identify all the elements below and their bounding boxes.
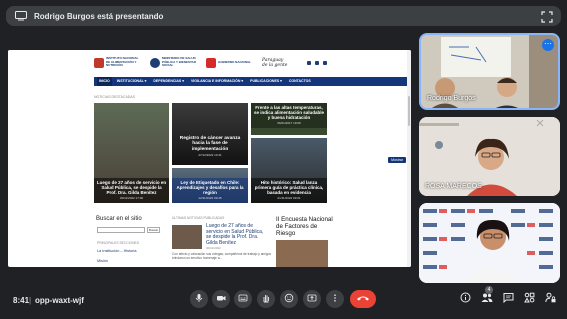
chat-icon [503, 290, 514, 308]
microphone-icon [194, 290, 204, 308]
site-header: INSTITUTO NACIONAL DE ALIMENTACIÓN Y NUT… [8, 50, 411, 75]
activities-button[interactable] [522, 292, 536, 306]
paraguay-logo: Paraguay de la gente [262, 57, 288, 68]
info-icon [460, 290, 471, 308]
present-icon [307, 290, 317, 308]
presenting-banner: Rodrigo Burgos está presentando [6, 6, 561, 26]
news-tile[interactable]: Luego de 27 años de servicio en Salud Pú… [94, 103, 169, 203]
twitter-icon [315, 60, 319, 65]
raise-hand-button[interactable] [257, 290, 275, 308]
participant-tile-active[interactable]: ⋯ Rodrigo Burgos [419, 33, 560, 110]
present-screen-icon [14, 9, 28, 23]
search-icon [323, 60, 327, 65]
leave-call-button[interactable] [350, 290, 376, 308]
nav-dependencias[interactable]: DEPENDENCIAS ▾ [151, 77, 186, 86]
more-vert-icon [330, 290, 340, 308]
captions-icon [238, 290, 248, 308]
site-search-button[interactable]: Buscar [147, 227, 160, 233]
meeting-code: opp-waxt-wjf [35, 296, 84, 305]
site-nav: INICIO INSTITUCIONAL ▾ DEPENDENCIAS ▾ VI… [94, 77, 411, 86]
social-icons[interactable] [307, 60, 327, 65]
shared-screen[interactable]: INSTITUTO NACIONAL DE ALIMENTACIÓN Y NUT… [8, 50, 411, 267]
side-link[interactable]: Misión [97, 259, 108, 263]
site-search-input[interactable] [97, 227, 145, 233]
mostrar-button[interactable]: Mostrar [388, 157, 406, 163]
ministerio-logo: MINISTERIO DE SALUD PÚBLICA Y BIENESTAR … [150, 56, 196, 70]
side-section-title: PRINCIPALES SECCIONES [97, 241, 139, 245]
meeting-time: 8:41 [13, 296, 30, 305]
presenting-text: Rodrigo Burgos está presentando [34, 11, 164, 21]
phone-hangup-icon [356, 290, 370, 308]
captions-button[interactable] [234, 290, 252, 308]
host-controls-button[interactable] [543, 292, 557, 306]
lock-person-icon [544, 290, 556, 308]
emoji-icon [284, 290, 294, 308]
encuesta-image[interactable] [276, 240, 328, 267]
participant-video [419, 203, 560, 283]
facebook-icon [307, 60, 311, 65]
separator: | [29, 296, 32, 305]
section-title: NOTICIAS DESTACADAS [94, 95, 135, 99]
gobierno-logo: GOBIERNO NACIONAL [206, 56, 252, 70]
chat-button[interactable] [501, 292, 515, 306]
nav-institucional[interactable]: INSTITUCIONAL ▾ [115, 77, 149, 86]
nav-publicaciones[interactable]: PUBLICACIONES ▾ [248, 77, 284, 86]
search-label: Buscar en el sitio [96, 216, 142, 222]
encuesta-title[interactable]: II Encuesta Nacional de Factores de Ries… [276, 216, 336, 237]
participant-tile[interactable] [419, 203, 560, 283]
participant-name: ROSA MARECOS [425, 183, 482, 190]
nav-inicio[interactable]: INICIO [97, 77, 112, 86]
site-content: NOTICIAS DESTACADAS Luego de 27 años de … [94, 90, 410, 267]
microphone-button[interactable] [190, 290, 208, 308]
recent-title: ÚLTIMAS NOTICIAS PUBLICADAS [172, 216, 225, 220]
news-tile[interactable]: Frente a las altas temperaturas, se indi… [251, 103, 327, 135]
news-tile[interactable]: Registro de cáncer avanza hacia la fase … [172, 103, 248, 165]
nav-vigilancia[interactable]: VIGILANCIA E INFORMACIÓN ▾ [189, 77, 245, 86]
side-link[interactable]: La Institución – Historia [97, 249, 136, 253]
recent-excerpt: Con afecto y valoración sus colegas, com… [172, 252, 272, 260]
news-tile[interactable]: Ley de Etiquetado en Chile: Aprendizajes… [172, 168, 248, 203]
scrollbar[interactable] [407, 50, 411, 267]
nav-contactos[interactable]: CONTACTOS [287, 77, 313, 86]
inan-logo: INSTITUTO NACIONAL DE ALIMENTACIÓN Y NUT… [94, 56, 140, 70]
activities-icon [523, 290, 535, 308]
participant-tile[interactable]: ROSA MARECOS [419, 117, 560, 196]
reactions-button[interactable] [280, 290, 298, 308]
recent-thumbnail[interactable] [172, 225, 202, 249]
hand-icon [261, 290, 271, 308]
camera-button[interactable] [212, 290, 230, 308]
more-options-button[interactable] [326, 290, 344, 308]
more-options-button[interactable]: ⋯ [542, 39, 554, 51]
meeting-info-button[interactable] [458, 292, 472, 306]
expand-icon[interactable] [541, 10, 553, 23]
participant-name: Rodrigo Burgos [427, 95, 476, 102]
present-button[interactable] [303, 290, 321, 308]
news-tile[interactable]: Hito histórico: Salud lanza primera guía… [251, 138, 327, 203]
people-button[interactable] [480, 292, 494, 306]
people-icon [481, 290, 493, 308]
camera-icon [216, 290, 226, 308]
recent-headline[interactable]: Luego de 27 años de servicio en Salud Pú… [206, 223, 266, 252]
